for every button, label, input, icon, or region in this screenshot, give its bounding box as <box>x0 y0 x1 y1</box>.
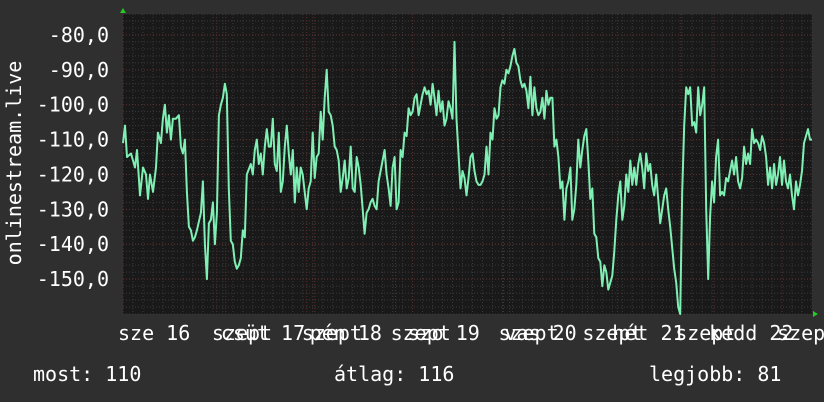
x-axis-ticks: sze 16 szeptcsüt 17szeptpén 18 szeptszo 19… <box>118 321 824 345</box>
x-tick-label: szo 19 <box>408 321 480 345</box>
y-tick-label: -90,0 <box>49 58 109 82</box>
y-tick-label: -130,0 <box>37 197 109 221</box>
y-axis-arrow-icon <box>120 8 126 13</box>
x-axis-arrow-icon <box>813 311 818 317</box>
x-tick-label: csüt 17 <box>221 321 305 345</box>
y-axis-ticks: -80,0 -90,0 -100,0 -110,0 -120,0 -130,0 -140,0… <box>37 23 109 291</box>
x-tick-label: sze 16 <box>118 321 190 345</box>
y-tick-label: -80,0 <box>49 23 109 47</box>
x-tick-label: pén 18 <box>310 321 382 345</box>
x-tick-label: szept <box>777 321 824 345</box>
y-axis-label: onlinestream.live <box>2 61 26 266</box>
y-tick-label: -150,0 <box>37 267 109 291</box>
line-chart: -80,0 -90,0 -100,0 -110,0 -120,0 -130,0 -140,0… <box>2 8 824 345</box>
y-tick-label: -140,0 <box>37 232 109 256</box>
x-tick-label: hét 21 <box>612 321 684 345</box>
chart-stage: -80,0 -90,0 -100,0 -110,0 -120,0 -130,0 -140,0… <box>0 0 824 402</box>
y-tick-label: -120,0 <box>37 162 109 186</box>
y-tick-label: -100,0 <box>37 93 109 117</box>
footer-best: legjobb: 81 <box>649 362 782 386</box>
x-tick-label: vas 20 <box>504 321 576 345</box>
footer-now: most: 110 <box>33 362 142 386</box>
y-tick-label: -110,0 <box>37 128 109 152</box>
footer-average: átlag: 116 <box>334 362 455 386</box>
